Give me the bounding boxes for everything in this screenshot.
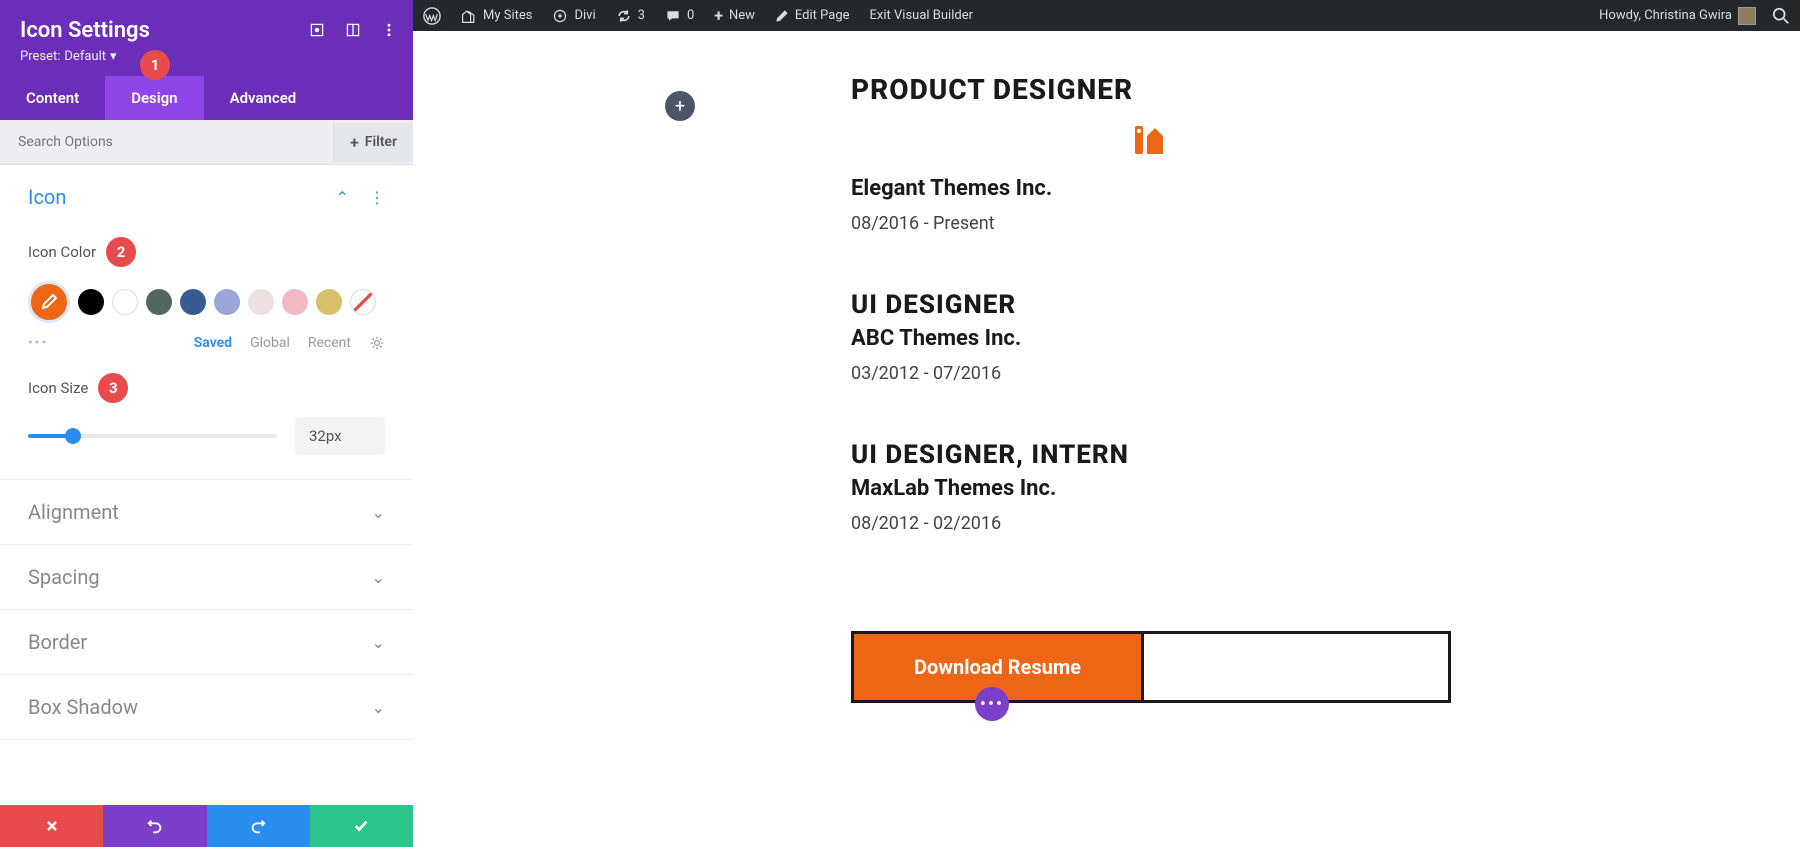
section-alignment: Alignment ⌄	[0, 480, 413, 545]
my-sites[interactable]: My Sites	[451, 0, 542, 31]
exit-visual-builder[interactable]: Exit Visual Builder	[860, 0, 983, 31]
job-title: UI DESIGNER, INTERN	[851, 440, 1451, 470]
updates[interactable]: 3	[606, 0, 655, 31]
palette-tabs: ••• Saved Global Recent	[28, 335, 385, 351]
company-name: ABC Themes Inc.	[851, 326, 1451, 351]
chevron-down-icon: ⌄	[372, 503, 385, 522]
section-icon-toggle[interactable]: Icon ⌃ ⋮	[0, 165, 413, 229]
download-module: Download Resume •••	[851, 631, 1451, 703]
expand-icon[interactable]	[309, 22, 325, 38]
section-box-shadow-toggle[interactable]: Box Shadow ⌄	[0, 675, 413, 739]
swatch-white[interactable]	[112, 289, 138, 315]
icon-size-value[interactable]: 32px	[295, 417, 385, 455]
swatch-blush[interactable]	[248, 289, 274, 315]
section-alignment-toggle[interactable]: Alignment ⌄	[0, 480, 413, 544]
chevron-down-icon: ⌄	[372, 698, 385, 717]
section-spacing-toggle[interactable]: Spacing ⌄	[0, 545, 413, 609]
search-row: +Filter	[0, 120, 413, 165]
settings-panel: Icon Settings Preset: Default ▾ 1 Conten…	[0, 0, 413, 847]
chevron-down-icon: ⌄	[372, 633, 385, 652]
gear-icon[interactable]	[369, 335, 385, 351]
filter-button[interactable]: +Filter	[333, 123, 413, 162]
section-spacing: Spacing ⌄	[0, 545, 413, 610]
swatch-gold[interactable]	[316, 289, 342, 315]
tab-design[interactable]: Design	[105, 76, 203, 120]
chevron-up-icon: ⌃	[336, 188, 349, 207]
swatch-none[interactable]	[350, 289, 376, 315]
palette-more-icon[interactable]: •••	[28, 335, 48, 351]
redo-button[interactable]	[207, 805, 310, 847]
chevron-down-icon: ▾	[110, 49, 117, 64]
preset-selector[interactable]: Preset: Default ▾	[20, 49, 393, 64]
resume-content: PRODUCT DESIGNER Elegant Themes Inc. 08/…	[851, 73, 1451, 534]
wp-logo[interactable]	[413, 0, 451, 31]
tab-advanced[interactable]: Advanced	[204, 76, 323, 120]
comments[interactable]: 0	[655, 0, 704, 31]
company-name: MaxLab Themes Inc.	[851, 476, 1451, 501]
icon-size-label: Icon Size 3	[28, 373, 385, 403]
color-picker-button[interactable]	[28, 281, 70, 323]
swatch-navy[interactable]	[180, 289, 206, 315]
undo-button[interactable]	[103, 805, 206, 847]
annotation-badge-3: 3	[98, 373, 128, 403]
wp-admin-bar: My Sites Divi 3 0 +New Edit Page Exit Vi…	[413, 0, 1800, 31]
section-menu-icon[interactable]: ⋮	[369, 188, 385, 207]
site-name[interactable]: Divi	[542, 0, 605, 31]
job-title: UI DESIGNER	[851, 290, 1451, 320]
icon-size-slider[interactable]	[28, 421, 277, 451]
design-tools-icon[interactable]	[1131, 122, 1167, 158]
more-icon[interactable]	[381, 22, 397, 38]
columns-icon[interactable]	[345, 22, 361, 38]
edit-page[interactable]: Edit Page	[765, 0, 860, 31]
avatar	[1738, 7, 1756, 25]
icon-color-label: Icon Color 2	[28, 237, 385, 267]
chevron-down-icon: ⌄	[372, 568, 385, 587]
swatch-pink[interactable]	[282, 289, 308, 315]
job-dates: 08/2016 - Present	[851, 213, 1451, 234]
job-dates: 03/2012 - 07/2016	[851, 363, 1451, 384]
panel-header: Icon Settings Preset: Default ▾	[0, 0, 413, 76]
annotation-badge-1: 1	[140, 50, 170, 80]
swatch-green-grey[interactable]	[146, 289, 172, 315]
download-spacer	[1144, 634, 1448, 700]
job-dates: 08/2012 - 02/2016	[851, 513, 1451, 534]
search-icon[interactable]	[1772, 7, 1790, 25]
save-button[interactable]	[310, 805, 413, 847]
section-border-toggle[interactable]: Border ⌄	[0, 610, 413, 674]
settings-tabs: Content Design Advanced	[0, 76, 413, 120]
tab-content[interactable]: Content	[0, 76, 105, 120]
annotation-badge-2: 2	[106, 237, 136, 267]
color-swatches	[28, 281, 385, 323]
palette-recent[interactable]: Recent	[308, 335, 351, 351]
discard-button[interactable]	[0, 805, 103, 847]
panel-footer	[0, 805, 413, 847]
add-module-button[interactable]: +	[665, 91, 695, 121]
new-content[interactable]: +New	[704, 0, 765, 31]
section-border: Border ⌄	[0, 610, 413, 675]
swatch-black[interactable]	[78, 289, 104, 315]
module-options-button[interactable]: •••	[975, 687, 1009, 721]
palette-saved[interactable]: Saved	[194, 335, 232, 351]
search-input[interactable]	[0, 120, 333, 164]
swatch-lavender[interactable]	[214, 289, 240, 315]
section-icon: Icon ⌃ ⋮ Icon Color 2	[0, 165, 413, 480]
page-canvas: + PRODUCT DESIGNER Elegant Themes Inc. 0…	[413, 31, 1800, 847]
job-title: PRODUCT DESIGNER	[851, 73, 1451, 106]
section-box-shadow: Box Shadow ⌄	[0, 675, 413, 740]
palette-global[interactable]: Global	[250, 335, 290, 351]
user-greeting[interactable]: Howdy, Christina Gwira	[1589, 0, 1762, 31]
company-name: Elegant Themes Inc.	[851, 176, 1451, 201]
